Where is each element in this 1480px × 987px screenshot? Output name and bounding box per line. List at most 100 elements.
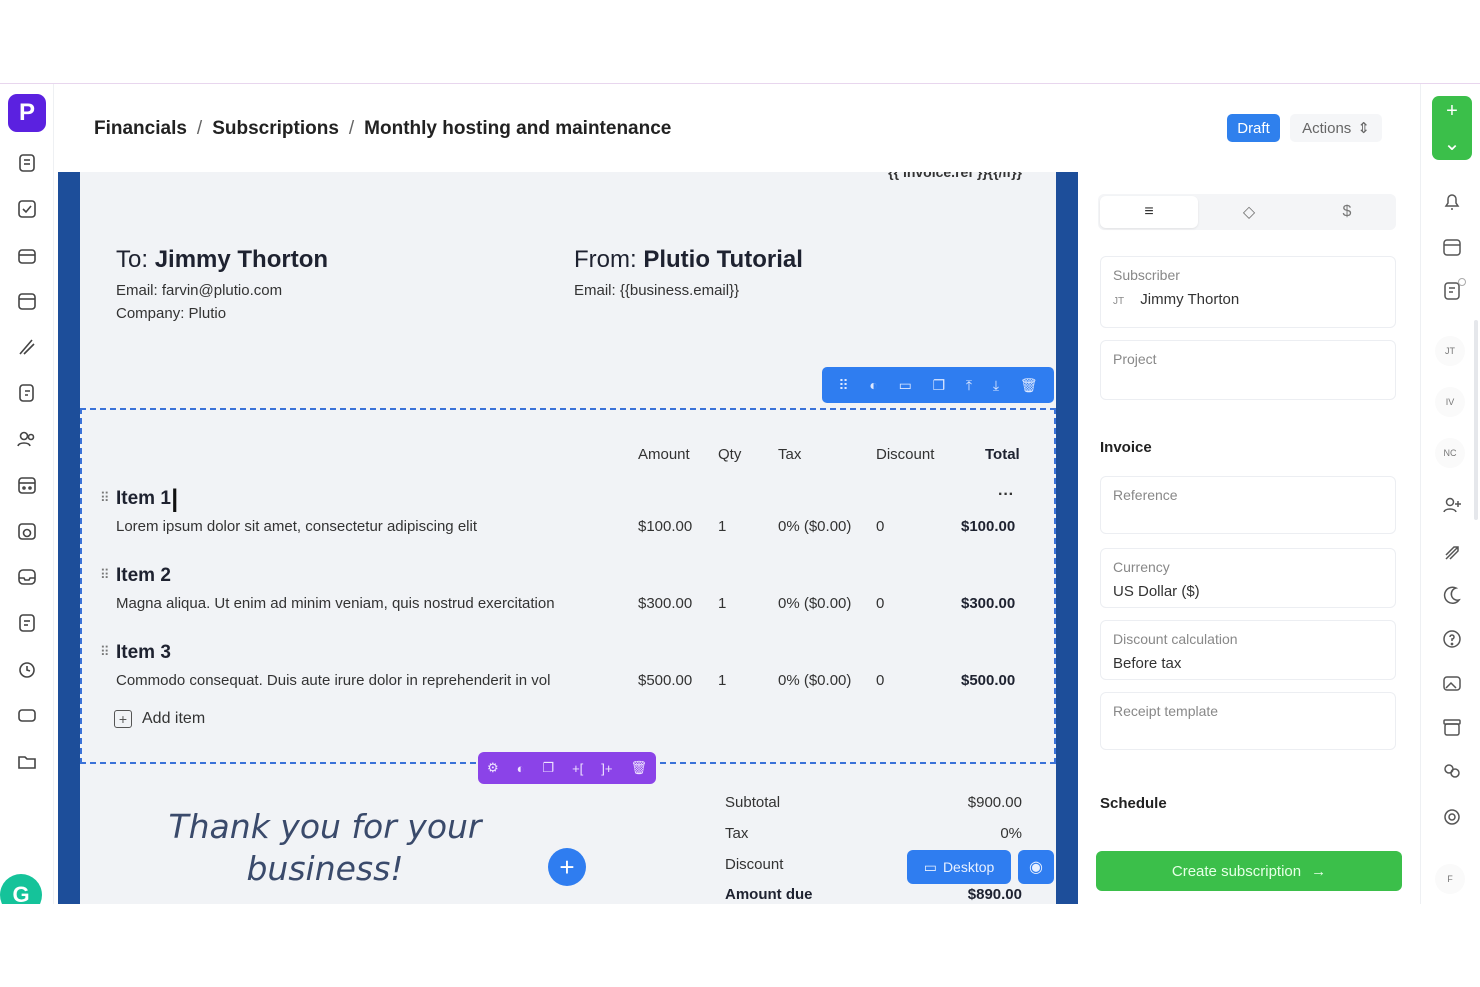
item-name[interactable]: Item 1: [116, 488, 171, 510]
inbox-icon[interactable]: [16, 566, 38, 588]
calendar-grid-icon[interactable]: [16, 474, 38, 496]
background-icon[interactable]: ▭: [899, 377, 912, 394]
delete-icon[interactable]: 🗑: [1020, 377, 1038, 394]
plus-icon: +: [1446, 100, 1458, 122]
image-folder-icon[interactable]: [1441, 672, 1463, 694]
drag-handle-icon[interactable]: ⠿: [838, 377, 848, 394]
quick-add-button[interactable]: + ⌄: [1432, 96, 1472, 160]
table-row[interactable]: ⠿ Item 2 Magna aliqua. Ut enim ad minim …: [82, 565, 1058, 625]
item-discount[interactable]: 0: [876, 595, 884, 612]
more-options-icon[interactable]: ···: [998, 486, 1014, 504]
move-up-icon[interactable]: ⤒: [966, 377, 972, 394]
settings-gear-icon[interactable]: [1441, 806, 1463, 828]
tab-style[interactable]: ◇: [1200, 194, 1298, 230]
archive-icon[interactable]: [1441, 716, 1463, 738]
moon-icon[interactable]: [1441, 584, 1463, 606]
check-icon[interactable]: [16, 198, 38, 220]
monitor-icon: ▭: [923, 858, 937, 875]
to-block[interactable]: To: Jimmy Thorton Email: farvin@plutio.c…: [116, 246, 576, 376]
project-label: Project: [1113, 351, 1157, 367]
bell-icon[interactable]: [1441, 190, 1463, 212]
item-description[interactable]: Lorem ipsum dolor sit amet, consectetur …: [116, 518, 477, 535]
calendar-icon[interactable]: [1441, 236, 1463, 258]
item-tax[interactable]: 0% ($0.00): [778, 595, 851, 612]
add-column-right-icon[interactable]: ]+: [601, 761, 612, 776]
item-name[interactable]: Item 2: [116, 565, 171, 587]
tab-details[interactable]: ≡: [1100, 196, 1198, 228]
drop-icon: ◇: [1242, 204, 1256, 221]
proposal-icon[interactable]: [16, 382, 38, 404]
items-block[interactable]: Amount Qty Tax Discount Total ⠿ Item 1 I…: [80, 408, 1056, 764]
briefcase-icon[interactable]: [16, 244, 38, 266]
draft-status-badge[interactable]: Draft: [1227, 114, 1280, 142]
thank-you-note[interactable]: Thank you for your business!: [160, 806, 490, 890]
move-down-icon[interactable]: ⤓: [993, 377, 999, 394]
item-discount[interactable]: 0: [876, 672, 884, 689]
user-tag-nc[interactable]: NC: [1435, 438, 1465, 468]
item-qty[interactable]: 1: [718, 672, 726, 689]
row-drag-handle-icon[interactable]: ⠿: [100, 490, 110, 506]
add-block-button[interactable]: +: [548, 848, 586, 886]
item-amount[interactable]: $300.00: [638, 595, 692, 612]
people-icon[interactable]: [16, 428, 38, 450]
table-row[interactable]: ⠿ Item 3 Commodo consequat. Duis aute ir…: [82, 642, 1058, 702]
item-tax[interactable]: 0% ($0.00): [778, 672, 851, 689]
panel-scrollbar[interactable]: [1474, 320, 1478, 520]
calendar-icon[interactable]: [16, 290, 38, 312]
subscriber-field[interactable]: Subscriber JT Jimmy Thorton: [1100, 256, 1396, 328]
item-tax[interactable]: 0% ($0.00): [778, 518, 851, 535]
settings-icon[interactable]: ⚙: [487, 760, 499, 776]
card-icon[interactable]: [16, 704, 38, 726]
receipt-template-select[interactable]: Receipt template: [1100, 692, 1396, 750]
breadcrumb-financials[interactable]: Financials: [94, 118, 187, 140]
duplicate-icon[interactable]: ❐: [542, 760, 554, 776]
item-name[interactable]: Item 3: [116, 642, 171, 664]
item-description[interactable]: Commodo consequat. Duis aute irure dolor…: [116, 672, 550, 689]
table-row[interactable]: ⠿ Item 1 I ··· Lorem ipsum dolor sit ame…: [82, 484, 1058, 548]
eye-icon: ◉: [1029, 859, 1043, 876]
notes-icon[interactable]: [16, 152, 38, 174]
grammarly-icon[interactable]: G: [0, 874, 42, 904]
folder-icon[interactable]: [16, 750, 38, 772]
item-amount[interactable]: $100.00: [638, 518, 692, 535]
reference-field[interactable]: Reference: [1100, 476, 1396, 534]
user-tag-jt[interactable]: JT: [1435, 336, 1465, 366]
help-icon[interactable]: [1441, 628, 1463, 650]
pen-icon[interactable]: [16, 336, 38, 358]
color-drop-icon[interactable]: ◐: [869, 377, 877, 393]
item-description[interactable]: Magna aliqua. Ut enim ad minim veniam, q…: [116, 595, 555, 612]
user-tag-iv[interactable]: IV: [1435, 387, 1465, 417]
rocket-icon[interactable]: [1441, 542, 1463, 564]
desktop-preview-button[interactable]: ▭ Desktop: [907, 850, 1011, 884]
color-drop-icon[interactable]: ◐: [517, 761, 525, 776]
tab-billing[interactable]: $: [1298, 194, 1396, 230]
preview-eye-button[interactable]: ◉: [1018, 850, 1054, 884]
add-item-button[interactable]: + Add item: [114, 710, 205, 728]
currency-select[interactable]: Currency US Dollar ($): [1100, 548, 1396, 608]
item-qty[interactable]: 1: [718, 518, 726, 535]
row-drag-handle-icon[interactable]: ⠿: [100, 644, 110, 660]
item-qty[interactable]: 1: [718, 595, 726, 612]
from-block[interactable]: From: Plutio Tutorial Email: {{business.…: [574, 246, 1034, 376]
actions-dropdown[interactable]: Actions ⇕: [1290, 114, 1382, 142]
delete-icon[interactable]: 🗑: [630, 760, 647, 776]
workspace-switcher[interactable]: F: [1435, 864, 1465, 894]
plutio-logo[interactable]: P: [8, 94, 46, 132]
timer-icon[interactable]: [16, 658, 38, 680]
item-amount[interactable]: $500.00: [638, 672, 692, 689]
item-discount[interactable]: 0: [876, 518, 884, 535]
add-user-icon[interactable]: [1441, 494, 1463, 516]
right-rail: + ⌄ JT IV NC F: [1420, 84, 1480, 904]
row-drag-handle-icon[interactable]: ⠿: [100, 567, 110, 583]
subscriber-value-row: JT Jimmy Thorton: [1113, 291, 1383, 308]
create-subscription-button[interactable]: Create subscription →: [1096, 851, 1402, 891]
breadcrumb-subscriptions[interactable]: Subscriptions: [212, 118, 339, 140]
doc-icon[interactable]: [16, 612, 38, 634]
clock-calendar-icon[interactable]: [16, 520, 38, 542]
coins-icon[interactable]: [1441, 760, 1463, 782]
discount-calculation-select[interactable]: Discount calculation Before tax: [1100, 620, 1396, 680]
project-field[interactable]: Project: [1100, 340, 1396, 400]
add-column-left-icon[interactable]: +[: [572, 761, 583, 776]
duplicate-icon[interactable]: ❐: [933, 377, 946, 394]
breadcrumb-current: Monthly hosting and maintenance: [364, 118, 672, 139]
